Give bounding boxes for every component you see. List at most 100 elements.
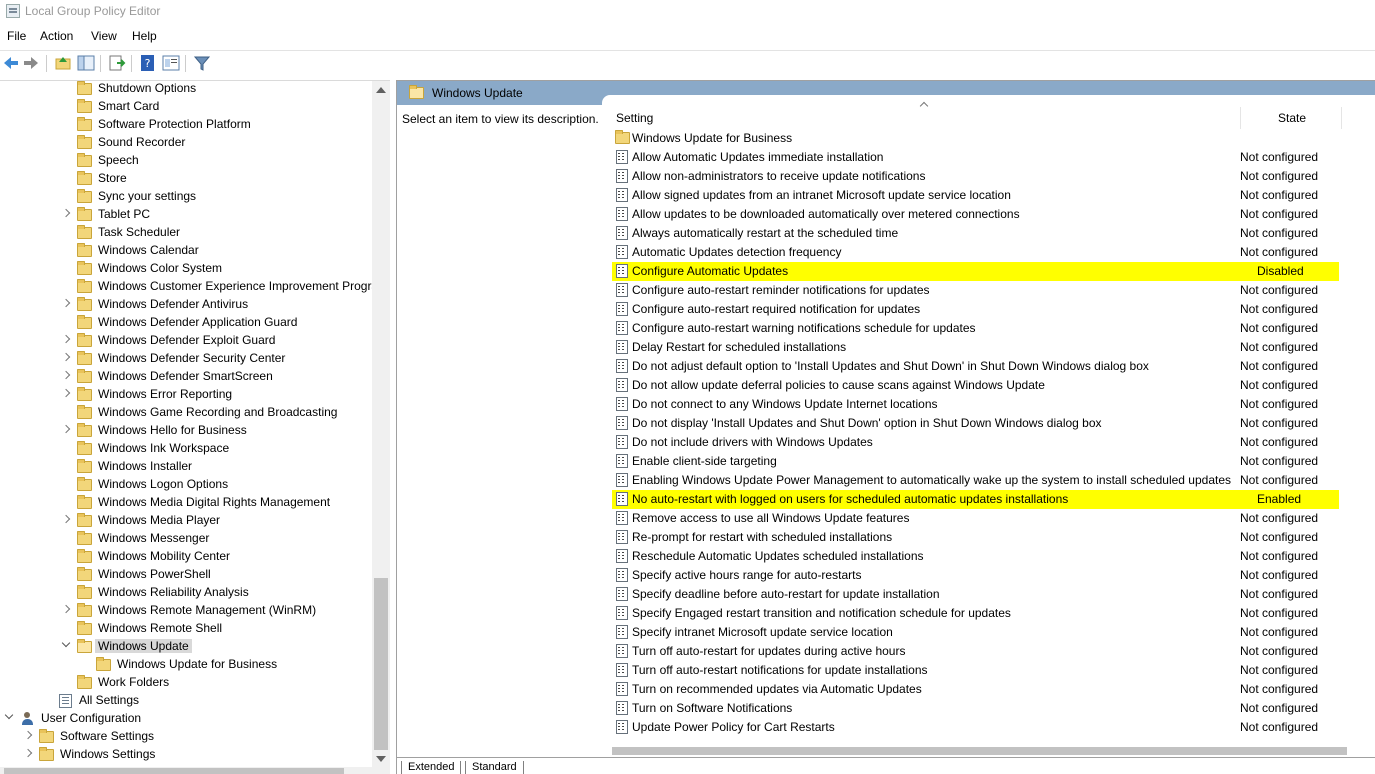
policy-row[interactable]: Do not display 'Install Updates and Shut… xyxy=(612,414,1339,433)
up-folder-icon[interactable] xyxy=(54,54,72,72)
policy-row[interactable]: Enabling Windows Update Power Management… xyxy=(612,471,1339,490)
settings-list[interactable]: Setting State Windows Update for Busines… xyxy=(602,95,1375,747)
expand-chevron-icon[interactable] xyxy=(62,354,70,362)
column-header-setting[interactable]: Setting xyxy=(616,111,653,125)
policy-row[interactable]: Windows Update for Business xyxy=(612,129,1339,148)
collapse-chevron-icon[interactable] xyxy=(5,714,13,722)
tree-item[interactable]: Tablet PC xyxy=(0,206,372,224)
policy-row[interactable]: Allow Automatic Updates immediate instal… xyxy=(612,148,1339,167)
expand-chevron-icon[interactable] xyxy=(62,516,70,524)
policy-row[interactable]: Turn off auto-restart for updates during… xyxy=(612,642,1339,661)
scroll-thumb[interactable] xyxy=(612,747,1347,755)
policy-row[interactable]: Enable client-side targeting Not configur… xyxy=(612,452,1339,471)
tree-item[interactable]: Windows Update for Business xyxy=(0,656,372,674)
tree-item[interactable]: Windows Reliability Analysis xyxy=(0,584,372,602)
policy-row[interactable]: Allow updates to be downloaded automatic… xyxy=(612,205,1339,224)
expand-chevron-icon[interactable] xyxy=(62,300,70,308)
tree-item[interactable]: Windows PowerShell xyxy=(0,566,372,584)
tree-item[interactable]: Task Scheduler xyxy=(0,224,372,242)
policy-row[interactable]: No auto-restart with logged on users for… xyxy=(612,490,1339,509)
expand-chevron-icon[interactable] xyxy=(62,606,70,614)
tree-item[interactable]: Windows Messenger xyxy=(0,530,372,548)
policy-row[interactable]: Do not connect to any Windows Update Int… xyxy=(612,395,1339,414)
policy-row[interactable]: Turn on Software Notifications Not config… xyxy=(612,699,1339,718)
policy-row[interactable]: Delay Restart for scheduled installation… xyxy=(612,338,1339,357)
tree-item[interactable]: Windows Media Digital Rights Management xyxy=(0,494,372,512)
tree-item[interactable]: Windows Defender Exploit Guard xyxy=(0,332,372,350)
policy-row[interactable]: Specify active hours range for auto-rest… xyxy=(612,566,1339,585)
scroll-down-icon[interactable] xyxy=(376,756,386,762)
tree-item[interactable]: Windows Defender SmartScreen xyxy=(0,368,372,386)
tree-item[interactable]: Software Settings xyxy=(0,728,372,746)
policy-row[interactable]: Specify intranet Microsoft update servic… xyxy=(612,623,1339,642)
properties-icon[interactable] xyxy=(162,54,180,72)
show-hide-tree-icon[interactable] xyxy=(77,54,95,72)
column-divider[interactable] xyxy=(1341,107,1342,129)
tree-item[interactable]: Shutdown Options xyxy=(0,81,372,98)
export-list-icon[interactable] xyxy=(108,54,126,72)
policy-row[interactable]: Do not allow update deferral policies to… xyxy=(612,376,1339,395)
menu-file[interactable]: File xyxy=(7,29,26,43)
tree-item[interactable]: Software Protection Platform xyxy=(0,116,372,134)
tree-item[interactable]: Windows Logon Options xyxy=(0,476,372,494)
tab-standard[interactable]: Standard xyxy=(465,761,524,774)
tree-item[interactable]: Windows Settings xyxy=(0,746,372,764)
console-tree[interactable]: Shutdown Options Smart Card Software Prote… xyxy=(0,80,390,774)
expand-chevron-icon[interactable] xyxy=(24,750,32,758)
scroll-thumb[interactable] xyxy=(374,578,388,750)
policy-row[interactable]: Do not include drivers with Windows Upda… xyxy=(612,433,1339,452)
tree-item[interactable]: All Settings xyxy=(0,692,372,710)
policy-row[interactable]: Configure auto-restart warning notificat… xyxy=(612,319,1339,338)
expand-chevron-icon[interactable] xyxy=(62,390,70,398)
tree-item[interactable]: Windows Update xyxy=(0,638,372,656)
scroll-up-icon[interactable] xyxy=(376,87,386,93)
column-header-state[interactable]: State xyxy=(1278,111,1306,125)
tree-item[interactable]: User Configuration xyxy=(0,710,372,728)
policy-row[interactable]: Turn off auto-restart notifications for … xyxy=(612,661,1339,680)
tree-item[interactable]: Windows Game Recording and Broadcasting xyxy=(0,404,372,422)
policy-row[interactable]: Allow non-administrators to receive upda… xyxy=(612,167,1339,186)
policy-row[interactable]: Do not adjust default option to 'Install… xyxy=(612,357,1339,376)
expand-chevron-icon[interactable] xyxy=(62,426,70,434)
tree-item[interactable]: Windows Defender Security Center xyxy=(0,350,372,368)
filter-icon[interactable] xyxy=(193,54,211,72)
policy-row[interactable]: Re-prompt for restart with scheduled ins… xyxy=(612,528,1339,547)
policy-row[interactable]: Remove access to use all Windows Update … xyxy=(612,509,1339,528)
tree-item[interactable]: Smart Card xyxy=(0,98,372,116)
expand-chevron-icon[interactable] xyxy=(62,372,70,380)
menu-view[interactable]: View xyxy=(91,29,117,43)
policy-row[interactable]: Automatic Updates detection frequency Not… xyxy=(612,243,1339,262)
tree-item[interactable]: Windows Defender Antivirus xyxy=(0,296,372,314)
tree-item[interactable]: Speech xyxy=(0,152,372,170)
tree-item[interactable]: Windows Ink Workspace xyxy=(0,440,372,458)
tree-item[interactable]: Windows Customer Experience Improvement … xyxy=(0,278,378,296)
expand-chevron-icon[interactable] xyxy=(62,336,70,344)
forward-arrow-icon[interactable] xyxy=(22,54,40,72)
help-icon[interactable]: ? xyxy=(139,54,157,72)
policy-row[interactable]: Configure auto-restart required notifica… xyxy=(612,300,1339,319)
policy-row[interactable]: Specify Engaged restart transition and n… xyxy=(612,604,1339,623)
tree-item[interactable]: Windows Hello for Business xyxy=(0,422,372,440)
list-horizontal-scrollbar[interactable] xyxy=(602,745,1375,757)
policy-row[interactable]: Turn on recommended updates via Automati… xyxy=(612,680,1339,699)
policy-row[interactable]: Configure Automatic Updates Disabled xyxy=(612,262,1339,281)
policy-row[interactable]: Configure auto-restart reminder notifica… xyxy=(612,281,1339,300)
tree-item[interactable]: Windows Mobility Center xyxy=(0,548,372,566)
scroll-thumb[interactable] xyxy=(4,768,344,774)
menu-action[interactable]: Action xyxy=(40,29,73,43)
tree-item[interactable]: Windows Remote Shell xyxy=(0,620,372,638)
policy-row[interactable]: Allow signed updates from an intranet Mi… xyxy=(612,186,1339,205)
expand-chevron-icon[interactable] xyxy=(24,732,32,740)
tree-item[interactable]: Sync your settings xyxy=(0,188,372,206)
policy-row[interactable]: Update Power Policy for Cart Restarts Not… xyxy=(612,718,1339,737)
collapse-chevron-icon[interactable] xyxy=(62,642,70,650)
tree-item[interactable]: Windows Installer xyxy=(0,458,372,476)
tree-item[interactable]: Windows Calendar xyxy=(0,242,372,260)
tree-item[interactable]: Windows Color System xyxy=(0,260,372,278)
policy-row[interactable]: Always automatically restart at the sche… xyxy=(612,224,1339,243)
tree-vertical-scrollbar[interactable] xyxy=(372,81,390,774)
tree-item[interactable]: Store xyxy=(0,170,372,188)
tree-item[interactable]: Windows Error Reporting xyxy=(0,386,372,404)
column-divider[interactable] xyxy=(1240,107,1241,129)
expand-chevron-icon[interactable] xyxy=(62,210,70,218)
